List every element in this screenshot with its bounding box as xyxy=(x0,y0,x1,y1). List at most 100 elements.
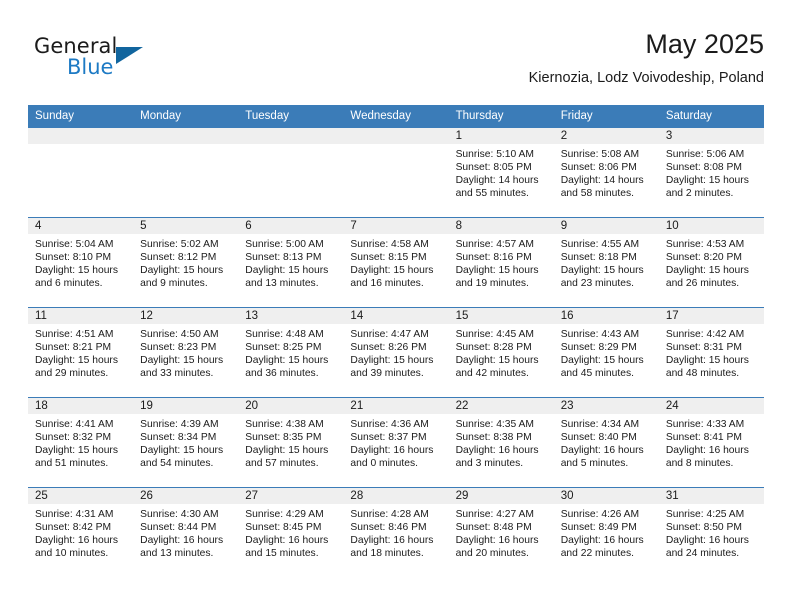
calendar-cell-empty xyxy=(238,127,344,218)
brand-triangle-icon xyxy=(116,47,143,64)
day-number: 16 xyxy=(553,308,659,324)
sunrise-text: Sunrise: 4:31 AM xyxy=(35,509,114,520)
calendar-day-cell[interactable]: 11 Sunrise: 4:51 AM Sunset: 8:21 PM Dayligh… xyxy=(28,307,134,398)
day-details: Sunrise: 4:47 AM Sunset: 8:26 PM Daylight:… xyxy=(343,324,448,380)
sunset-text: Sunset: 8:28 PM xyxy=(455,342,532,354)
weekday-header-wednesday: Wednesday xyxy=(343,105,449,128)
sunset-text: Sunset: 8:41 PM xyxy=(665,432,742,444)
weekday-header-tuesday: Tuesday xyxy=(238,105,344,128)
calendar-day-cell[interactable]: 30 Sunrise: 4:26 AM Sunset: 8:49 PM Dayligh… xyxy=(553,487,659,578)
calendar-day-cell[interactable]: 8 Sunrise: 4:57 AM Sunset: 8:16 PM Daylight… xyxy=(448,217,554,308)
page-subtitle: Kiernozia, Lodz Voivodeship, Poland xyxy=(528,70,764,86)
daylight-text-line1: Daylight: 15 hours xyxy=(140,445,224,457)
daylight-text-line1: Daylight: 15 hours xyxy=(245,445,329,457)
day-number: 20 xyxy=(238,398,344,414)
daylight-text-line1: Daylight: 15 hours xyxy=(560,265,644,277)
day-details: Sunrise: 4:25 AM Sunset: 8:50 PM Daylight:… xyxy=(659,504,764,560)
calendar-day-cell[interactable]: 18 Sunrise: 4:41 AM Sunset: 8:32 PM Dayligh… xyxy=(28,397,134,488)
sunset-text: Sunset: 8:26 PM xyxy=(350,342,427,354)
daylight-text-line2: and 15 minutes. xyxy=(245,548,319,560)
sunrise-text: Sunrise: 4:25 AM xyxy=(665,509,745,520)
daylight-text-line1: Daylight: 15 hours xyxy=(455,355,539,367)
calendar-day-cell[interactable]: 10 Sunrise: 4:53 AM Sunset: 8:20 PM Dayligh… xyxy=(658,217,764,308)
day-details: Sunrise: 4:50 AM Sunset: 8:23 PM Daylight:… xyxy=(133,324,238,380)
calendar-day-cell[interactable]: 4 Sunrise: 5:04 AM Sunset: 8:10 PM Daylight… xyxy=(28,217,134,308)
sunset-text: Sunset: 8:18 PM xyxy=(560,252,637,264)
calendar-day-cell[interactable]: 12 Sunrise: 4:50 AM Sunset: 8:23 PM Dayligh… xyxy=(133,307,239,398)
calendar-day-cell[interactable]: 14 Sunrise: 4:47 AM Sunset: 8:26 PM Dayligh… xyxy=(343,307,449,398)
calendar-day-cell[interactable]: 25 Sunrise: 4:31 AM Sunset: 8:42 PM Dayligh… xyxy=(28,487,134,578)
sunset-text: Sunset: 8:05 PM xyxy=(455,162,532,174)
day-number xyxy=(238,128,344,144)
daylight-text-line1: Daylight: 15 hours xyxy=(35,355,118,367)
day-details: Sunrise: 5:00 AM Sunset: 8:13 PM Daylight:… xyxy=(238,234,343,290)
calendar-day-cell[interactable]: 29 Sunrise: 4:27 AM Sunset: 8:48 PM Dayligh… xyxy=(448,487,554,578)
sunrise-text: Sunrise: 4:58 AM xyxy=(350,239,429,250)
daylight-text-line2: and 20 minutes. xyxy=(455,548,529,560)
sunset-text: Sunset: 8:46 PM xyxy=(350,522,427,534)
daylight-text-line1: Daylight: 16 hours xyxy=(245,535,329,547)
calendar-day-cell[interactable]: 23 Sunrise: 4:34 AM Sunset: 8:40 PM Dayligh… xyxy=(553,397,659,488)
sunrise-text: Sunrise: 4:51 AM xyxy=(35,329,114,340)
calendar-day-cell[interactable]: 16 Sunrise: 4:43 AM Sunset: 8:29 PM Dayligh… xyxy=(553,307,659,398)
calendar-day-cell[interactable]: 31 Sunrise: 4:25 AM Sunset: 8:50 PM Dayligh… xyxy=(658,487,764,578)
calendar-day-cell[interactable]: 20 Sunrise: 4:38 AM Sunset: 8:35 PM Dayligh… xyxy=(238,397,344,488)
daylight-text-line1: Daylight: 16 hours xyxy=(560,535,644,547)
day-details: Sunrise: 4:55 AM Sunset: 8:18 PM Daylight:… xyxy=(554,234,659,290)
calendar-day-cell[interactable]: 15 Sunrise: 4:45 AM Sunset: 8:28 PM Dayligh… xyxy=(448,307,554,398)
calendar-day-cell[interactable]: 2 Sunrise: 5:08 AM Sunset: 8:06 PM Daylight… xyxy=(553,127,659,218)
daylight-text-line1: Daylight: 15 hours xyxy=(665,175,749,187)
daylight-text-line2: and 55 minutes. xyxy=(455,188,529,200)
day-number: 6 xyxy=(238,218,344,234)
day-details: Sunrise: 4:48 AM Sunset: 8:25 PM Daylight:… xyxy=(238,324,343,380)
daylight-text-line1: Daylight: 16 hours xyxy=(560,445,644,457)
daylight-text-line1: Daylight: 16 hours xyxy=(665,535,749,547)
day-number xyxy=(343,128,449,144)
daylight-text-line1: Daylight: 15 hours xyxy=(455,265,539,277)
calendar-day-cell[interactable]: 7 Sunrise: 4:58 AM Sunset: 8:15 PM Daylight… xyxy=(343,217,449,308)
calendar-day-cell[interactable]: 24 Sunrise: 4:33 AM Sunset: 8:41 PM Dayligh… xyxy=(658,397,764,488)
sunset-text: Sunset: 8:50 PM xyxy=(665,522,742,534)
calendar-day-cell[interactable]: 9 Sunrise: 4:55 AM Sunset: 8:18 PM Daylight… xyxy=(553,217,659,308)
calendar-day-cell[interactable]: 6 Sunrise: 5:00 AM Sunset: 8:13 PM Daylight… xyxy=(238,217,344,308)
calendar-day-cell[interactable]: 27 Sunrise: 4:29 AM Sunset: 8:45 PM Dayligh… xyxy=(238,487,344,578)
calendar-day-cell[interactable]: 5 Sunrise: 5:02 AM Sunset: 8:12 PM Daylight… xyxy=(133,217,239,308)
sunset-text: Sunset: 8:35 PM xyxy=(245,432,322,444)
day-number: 27 xyxy=(238,488,344,504)
calendar-week-row: 25 Sunrise: 4:31 AM Sunset: 8:42 PM Dayligh… xyxy=(28,487,764,578)
calendar-day-cell[interactable]: 3 Sunrise: 5:06 AM Sunset: 8:08 PM Daylight… xyxy=(658,127,764,218)
calendar-day-cell[interactable]: 1 Sunrise: 5:10 AM Sunset: 8:05 PM Daylight… xyxy=(448,127,554,218)
calendar-day-cell[interactable]: 22 Sunrise: 4:35 AM Sunset: 8:38 PM Dayligh… xyxy=(448,397,554,488)
weekday-header-friday: Friday xyxy=(553,105,659,128)
sunset-text: Sunset: 8:42 PM xyxy=(35,522,112,534)
calendar-day-cell[interactable]: 17 Sunrise: 4:42 AM Sunset: 8:31 PM Dayligh… xyxy=(658,307,764,398)
brand-logo[interactable]: General Blue xyxy=(34,34,214,88)
day-number: 10 xyxy=(658,218,764,234)
daylight-text-line2: and 39 minutes. xyxy=(350,368,424,380)
daylight-text-line2: and 19 minutes. xyxy=(455,278,529,290)
day-details: Sunrise: 4:53 AM Sunset: 8:20 PM Daylight:… xyxy=(659,234,764,290)
calendar-cell-empty xyxy=(28,127,134,218)
calendar-week-row: 18 Sunrise: 4:41 AM Sunset: 8:32 PM Dayligh… xyxy=(28,397,764,488)
sunrise-text: Sunrise: 4:36 AM xyxy=(350,419,429,430)
calendar-day-cell[interactable]: 26 Sunrise: 4:30 AM Sunset: 8:44 PM Dayligh… xyxy=(133,487,239,578)
page-header: General Blue May 2025 Kiernozia, Lodz Vo… xyxy=(28,28,764,100)
daylight-text-line2: and 45 minutes. xyxy=(560,368,634,380)
daylight-text-line2: and 33 minutes. xyxy=(140,368,214,380)
calendar-week-row: 4 Sunrise: 5:04 AM Sunset: 8:10 PM Daylight… xyxy=(28,217,764,308)
day-number xyxy=(133,128,239,144)
day-details: Sunrise: 4:31 AM Sunset: 8:42 PM Daylight:… xyxy=(28,504,133,560)
day-details: Sunrise: 4:29 AM Sunset: 8:45 PM Daylight:… xyxy=(238,504,343,560)
daylight-text-line1: Daylight: 16 hours xyxy=(350,445,434,457)
day-details: Sunrise: 4:34 AM Sunset: 8:40 PM Daylight:… xyxy=(554,414,659,470)
calendar-day-cell[interactable]: 13 Sunrise: 4:48 AM Sunset: 8:25 PM Dayligh… xyxy=(238,307,344,398)
sunrise-text: Sunrise: 5:10 AM xyxy=(455,149,534,160)
calendar-day-cell[interactable]: 28 Sunrise: 4:28 AM Sunset: 8:46 PM Dayligh… xyxy=(343,487,449,578)
page-title: May 2025 xyxy=(645,29,764,59)
day-details: Sunrise: 4:42 AM Sunset: 8:31 PM Daylight:… xyxy=(659,324,764,380)
day-number: 29 xyxy=(448,488,554,504)
calendar-day-cell[interactable]: 19 Sunrise: 4:39 AM Sunset: 8:34 PM Dayligh… xyxy=(133,397,239,488)
sunrise-text: Sunrise: 4:34 AM xyxy=(560,419,640,430)
day-details: Sunrise: 4:35 AM Sunset: 8:38 PM Daylight:… xyxy=(449,414,554,470)
calendar-day-cell[interactable]: 21 Sunrise: 4:36 AM Sunset: 8:37 PM Dayligh… xyxy=(343,397,449,488)
